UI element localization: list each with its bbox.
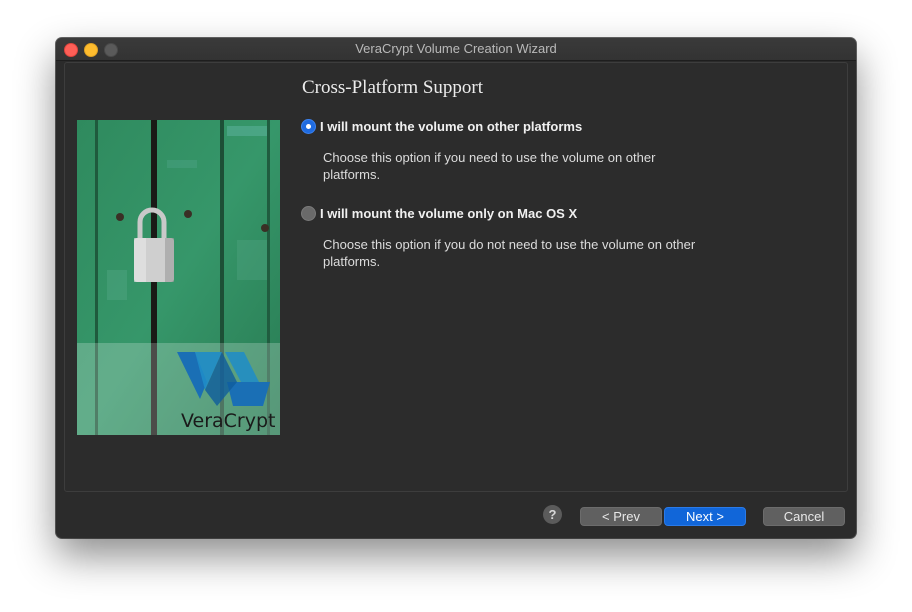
option-other-platforms-description: Choose this option if you need to use th… — [323, 150, 656, 182]
title-bar[interactable]: VeraCrypt Volume Creation Wizard — [56, 38, 856, 61]
window-title: VeraCrypt Volume Creation Wizard — [355, 41, 557, 56]
radio-selected-icon[interactable] — [301, 119, 316, 134]
prev-button[interactable]: < Prev — [580, 507, 662, 526]
option-other-platforms[interactable]: I will mount the volume on other platfor… — [301, 119, 582, 134]
page-title: Cross-Platform Support — [302, 77, 484, 98]
option-other-platforms-label[interactable]: I will mount the volume on other platfor… — [320, 119, 582, 134]
option-mac-only-label[interactable]: I will mount the volume only on Mac OS X — [320, 206, 577, 221]
wizard-window: VeraCrypt Volume Creation Wizard VeraCry… — [56, 38, 856, 538]
banner-brand-text: VeraCrypt — [181, 410, 276, 432]
help-button[interactable]: ? — [543, 505, 562, 524]
option-mac-only[interactable]: I will mount the volume only on Mac OS X — [301, 206, 577, 221]
next-button[interactable]: Next > — [664, 507, 746, 526]
wizard-content-panel: VeraCrypt Cross-Platform Support I will … — [64, 62, 848, 492]
option-mac-only-description: Choose this option if you do not need to… — [323, 237, 696, 269]
radio-unselected-icon[interactable] — [301, 206, 316, 221]
cancel-button[interactable]: Cancel — [763, 507, 845, 526]
veracrypt-banner-image: VeraCrypt — [77, 120, 280, 435]
